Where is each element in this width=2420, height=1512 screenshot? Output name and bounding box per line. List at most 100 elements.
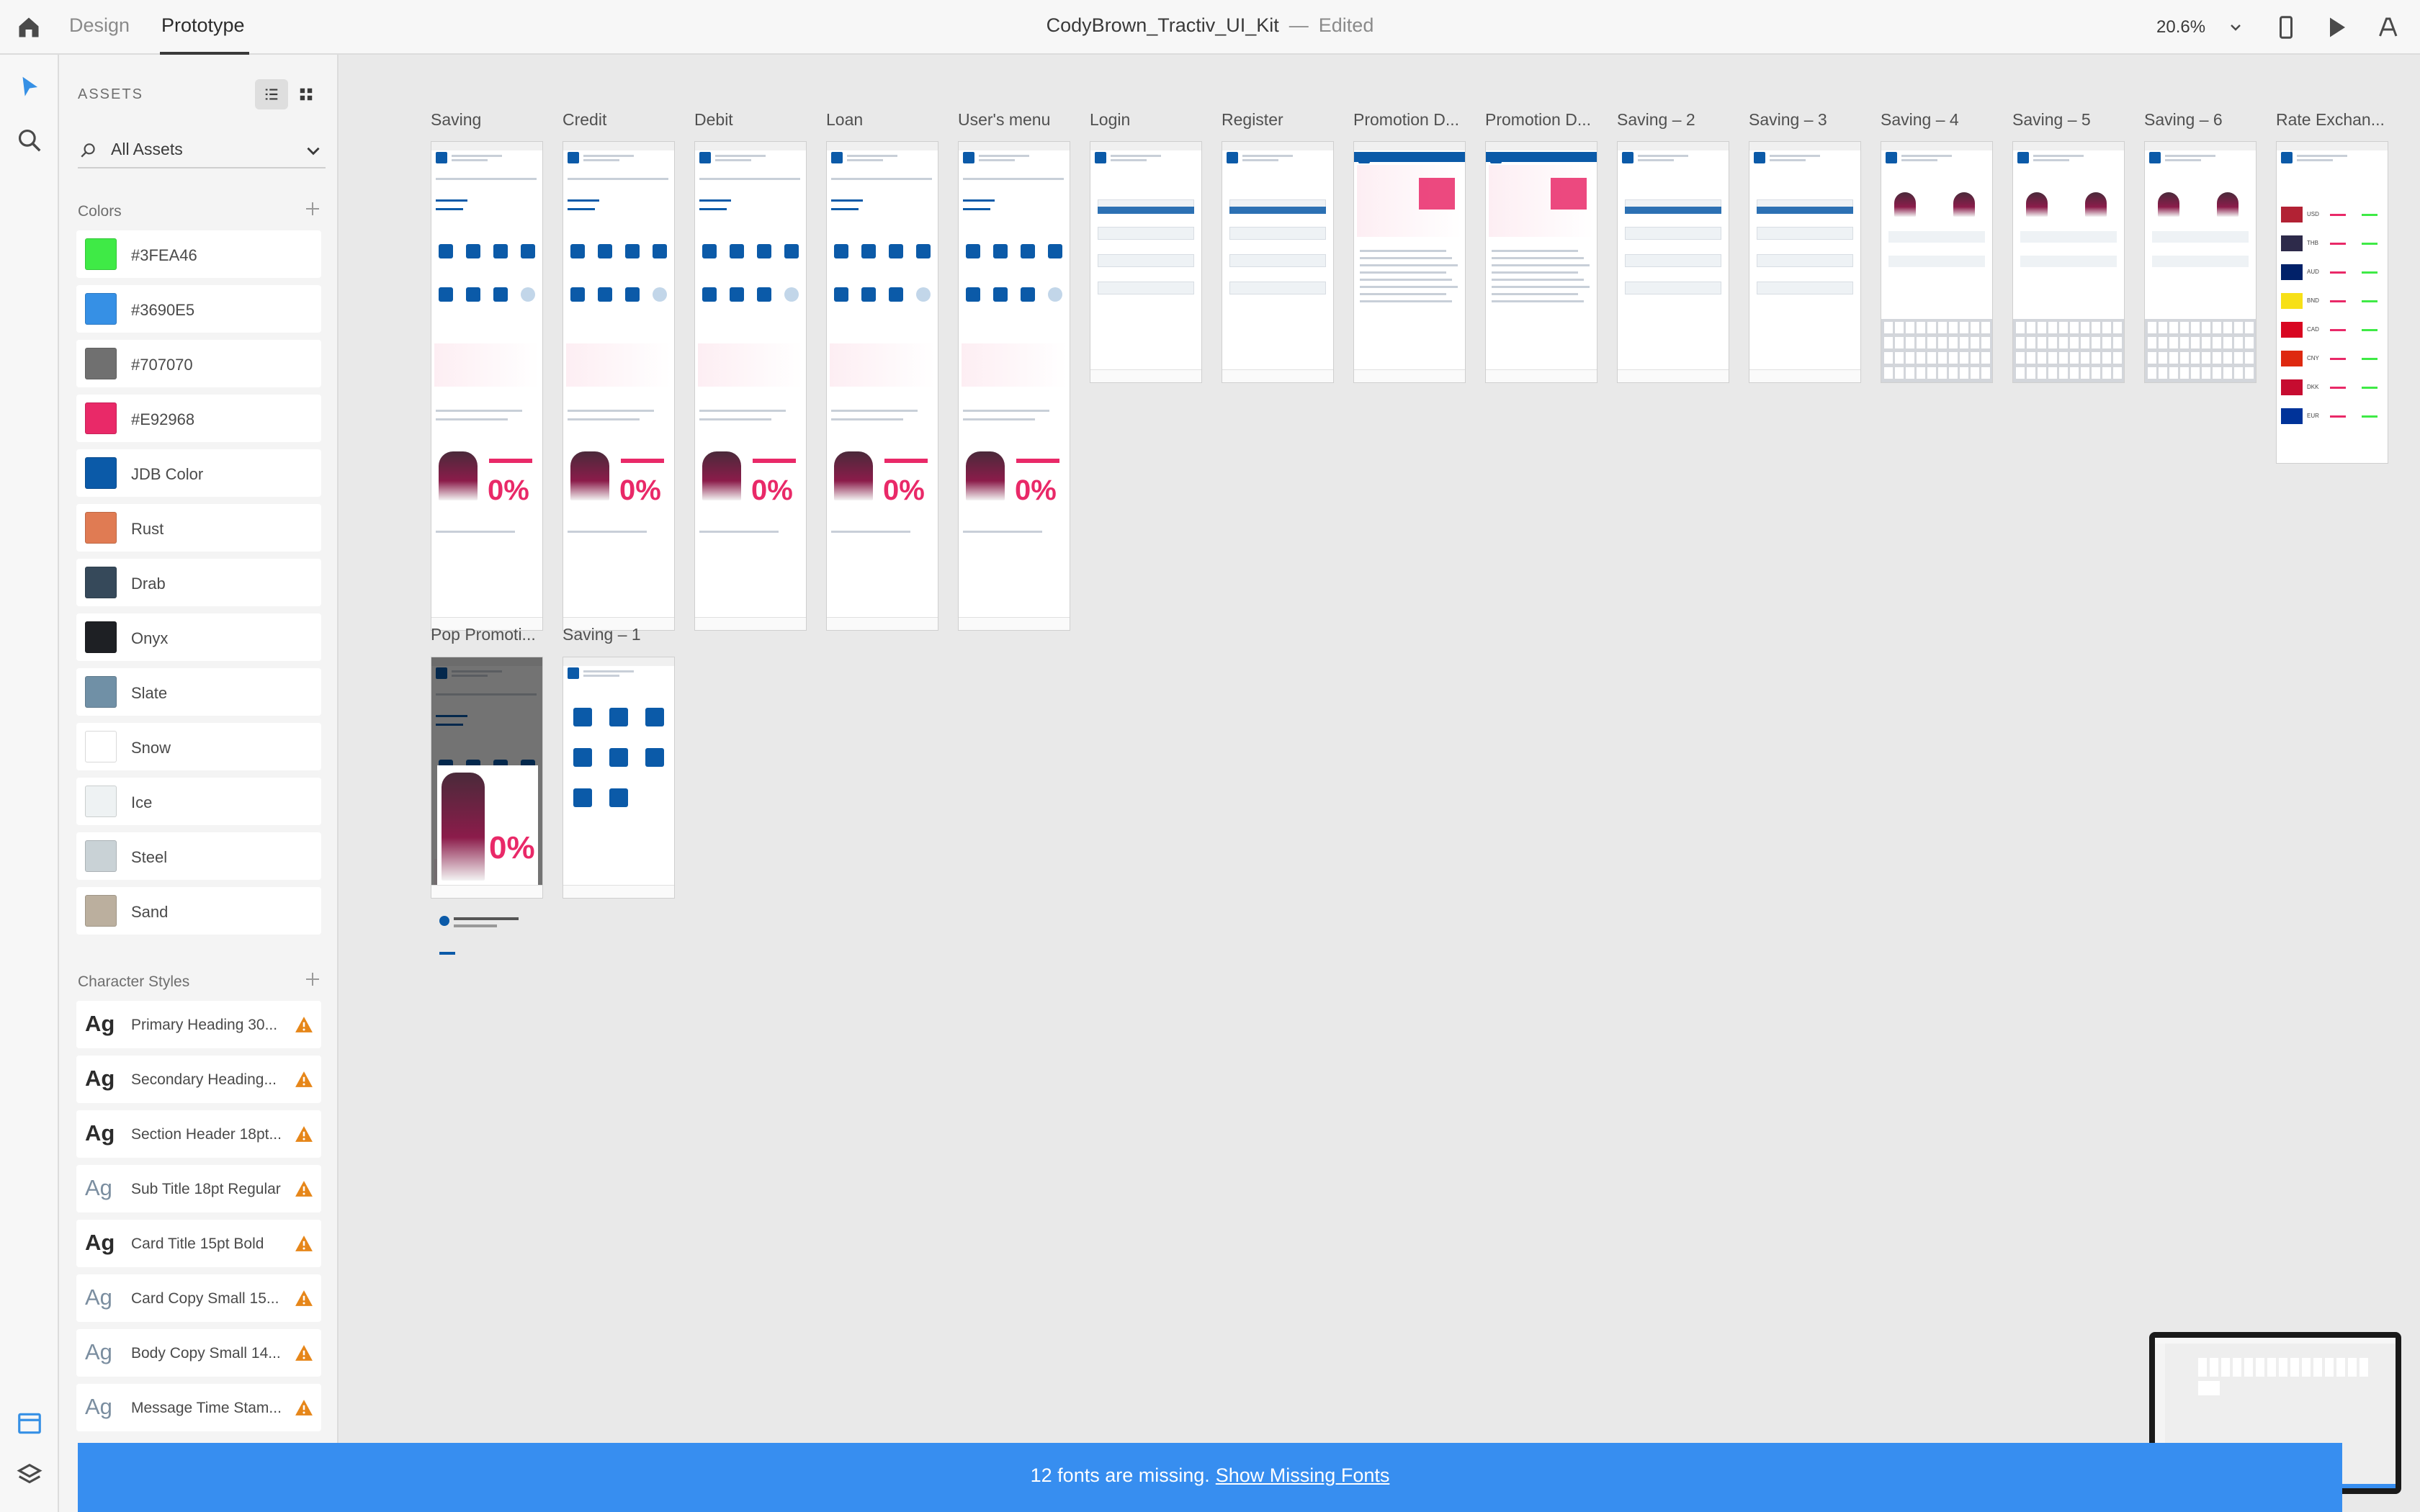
- tab-prototype[interactable]: Prototype: [161, 14, 245, 37]
- asset-filter-dropdown[interactable]: All Assets: [78, 131, 326, 168]
- character-style-row[interactable]: Ag Body Copy Small 14...: [76, 1329, 321, 1377]
- character-style-row[interactable]: Ag Primary Heading 30...: [76, 1001, 321, 1048]
- artboard-frame[interactable]: USD THB AUD BND CAD CNY DKK EUR: [2276, 141, 2388, 464]
- artboard-title[interactable]: Credit: [563, 110, 678, 130]
- artboard-frame[interactable]: [1749, 141, 1861, 383]
- artboard-title[interactable]: Saving – 3: [1749, 110, 1864, 130]
- header-subtext-line: [2297, 159, 2333, 161]
- artboard-frame[interactable]: [1485, 141, 1597, 383]
- zero-percent-mark: 0%: [751, 474, 793, 506]
- color-swatch-row[interactable]: Rust: [76, 504, 321, 552]
- color-swatch-row[interactable]: #E92968: [76, 395, 321, 442]
- artboard-frame[interactable]: 0%: [563, 141, 675, 631]
- play-icon[interactable]: [2323, 14, 2349, 40]
- currency-code: CAD: [2307, 326, 2319, 333]
- artboard-frame[interactable]: 0%: [826, 141, 938, 631]
- design-canvas[interactable]: Saving 0% Credit 0% Debit 0% Loan 0% User's menu…: [339, 55, 2420, 1512]
- character-style-row[interactable]: Ag Sub Title 18pt Regular: [76, 1165, 321, 1212]
- search-icon[interactable]: [16, 127, 43, 154]
- artboard-frame[interactable]: [2144, 141, 2257, 383]
- missing-font-warning-icon[interactable]: [294, 1070, 314, 1089]
- promo-body-line: [1360, 271, 1446, 274]
- missing-font-warning-icon[interactable]: [294, 1015, 314, 1034]
- couple-photo: [570, 451, 609, 500]
- artboard-title[interactable]: User's menu: [958, 110, 1073, 130]
- artboard-title[interactable]: Saving – 2: [1617, 110, 1732, 130]
- artboard-title[interactable]: Saving – 5: [2012, 110, 2128, 130]
- color-swatch-row[interactable]: JDB Color: [76, 449, 321, 497]
- artboard-title[interactable]: Rate Exchan...: [2276, 110, 2391, 130]
- add-character-style-icon[interactable]: [304, 971, 321, 988]
- artboard-title[interactable]: Saving – 6: [2144, 110, 2259, 130]
- color-swatch: [85, 348, 117, 379]
- select-tool-icon[interactable]: [16, 73, 43, 101]
- color-label: #3FEA46: [131, 246, 197, 264]
- artboard-title[interactable]: Login: [1090, 110, 1205, 130]
- artboard-title[interactable]: Saving – 1: [563, 625, 678, 644]
- color-swatch-row[interactable]: Sand: [76, 887, 321, 935]
- artboard-frame[interactable]: 0%: [958, 141, 1070, 631]
- artboard-title[interactable]: Register: [1222, 110, 1337, 130]
- header-text-line: [847, 155, 897, 157]
- missing-font-warning-icon[interactable]: [294, 1344, 314, 1362]
- missing-font-warning-icon[interactable]: [294, 1234, 314, 1253]
- share-icon[interactable]: [2377, 14, 2403, 40]
- artboard-title[interactable]: Saving: [431, 110, 546, 130]
- color-swatch-row[interactable]: Onyx: [76, 613, 321, 661]
- layers-icon[interactable]: [16, 1462, 43, 1489]
- home-icon[interactable]: [16, 14, 42, 40]
- character-style-row[interactable]: Ag Section Header 18pt...: [76, 1110, 321, 1158]
- zoom-level[interactable]: 20.6%: [2156, 17, 2205, 37]
- missing-font-warning-icon[interactable]: [294, 1289, 314, 1308]
- character-style-row[interactable]: Ag Card Copy Small 15...: [76, 1274, 321, 1322]
- promo-body-line: [1492, 286, 1590, 288]
- color-swatch-row[interactable]: Drab: [76, 559, 321, 606]
- color-swatch-row[interactable]: #3690E5: [76, 285, 321, 333]
- detached-card[interactable]: [439, 916, 526, 966]
- artboard-frame[interactable]: 0%0%: [431, 657, 543, 899]
- color-swatch-row[interactable]: Slate: [76, 668, 321, 716]
- artboard-frame[interactable]: 0%: [431, 141, 543, 631]
- missing-font-warning-icon[interactable]: [294, 1125, 314, 1143]
- promotion-banner: [566, 343, 671, 387]
- artboard-status-bar: [1618, 142, 1729, 150]
- artboard-frame[interactable]: [563, 657, 675, 899]
- grid-view-button[interactable]: [290, 79, 323, 109]
- character-style-sample: Ag: [85, 1284, 112, 1310]
- tabs-line: [963, 178, 1064, 180]
- character-style-row[interactable]: Ag Message Time Stam...: [76, 1384, 321, 1431]
- missing-font-warning-icon[interactable]: [294, 1398, 314, 1417]
- character-style-sample: Ag: [85, 1230, 115, 1255]
- character-style-row[interactable]: Ag Secondary Heading...: [76, 1056, 321, 1103]
- assets-panel-icon[interactable]: [16, 1410, 43, 1437]
- color-swatch-row[interactable]: Snow: [76, 723, 321, 770]
- add-color-icon[interactable]: [304, 200, 321, 217]
- menu-icon: [609, 708, 628, 726]
- artboard-frame[interactable]: [1222, 141, 1334, 383]
- missing-font-warning-icon[interactable]: [294, 1179, 314, 1198]
- color-swatch-row[interactable]: Steel: [76, 832, 321, 880]
- tab-design[interactable]: Design: [69, 14, 130, 37]
- shortcut-icon: [570, 244, 585, 258]
- artboard-frame[interactable]: [1353, 141, 1466, 383]
- color-swatch-row[interactable]: #3FEA46: [76, 230, 321, 278]
- artboard-frame[interactable]: [1881, 141, 1993, 383]
- artboard-title[interactable]: Debit: [694, 110, 810, 130]
- color-swatch-row[interactable]: Ice: [76, 778, 321, 825]
- artboard-title[interactable]: Loan: [826, 110, 941, 130]
- character-style-row[interactable]: Ag Card Title 15pt Bold: [76, 1220, 321, 1267]
- chevron-down-icon[interactable]: [2227, 19, 2244, 36]
- artboard-title[interactable]: Pop Promoti...: [431, 625, 546, 644]
- show-missing-fonts-link[interactable]: Show Missing Fonts: [1216, 1464, 1390, 1486]
- artboard-title[interactable]: Promotion D...: [1353, 110, 1469, 130]
- list-view-button[interactable]: [255, 79, 288, 109]
- color-swatch-row[interactable]: #707070: [76, 340, 321, 387]
- artboard-title[interactable]: Promotion D...: [1485, 110, 1600, 130]
- artboard-frame[interactable]: 0%: [694, 141, 807, 631]
- artboard-frame[interactable]: [2012, 141, 2125, 383]
- device-preview-icon[interactable]: [2273, 14, 2299, 40]
- keyboard: [2145, 319, 2256, 382]
- artboard-title[interactable]: Saving – 4: [1881, 110, 1996, 130]
- artboard-frame[interactable]: [1090, 141, 1202, 383]
- artboard-frame[interactable]: [1617, 141, 1729, 383]
